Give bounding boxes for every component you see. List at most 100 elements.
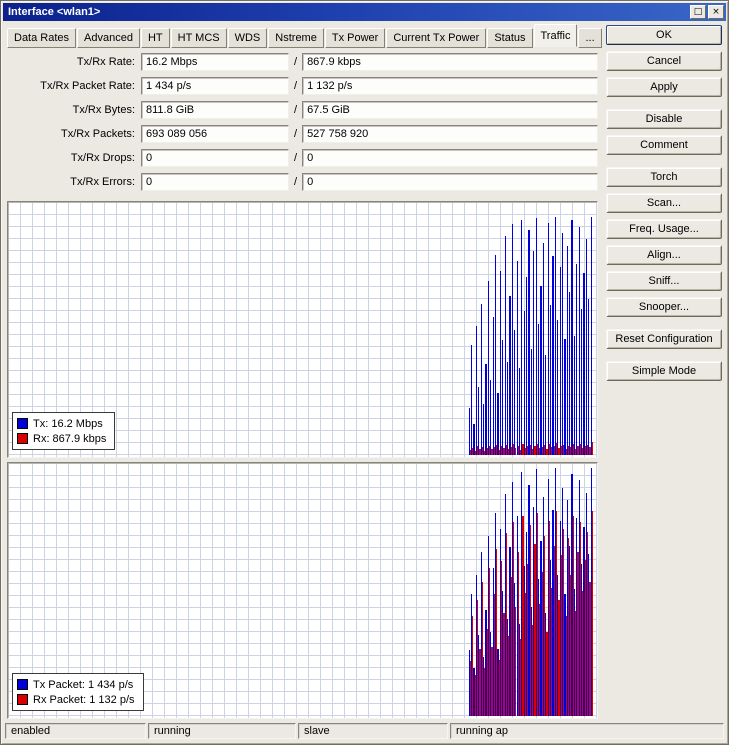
close-icon[interactable]: × — [708, 5, 724, 19]
tx-bar — [506, 362, 509, 455]
status-slave: slave — [298, 723, 448, 739]
tx-value-field[interactable]: 0 — [141, 173, 289, 191]
tx-value-field[interactable]: 16.2 Mbps — [141, 53, 289, 71]
legend-row: Tx: 16.2 Mbps — [17, 416, 106, 431]
slash-separator: / — [294, 128, 298, 140]
chart-bars — [468, 205, 593, 455]
legend-swatch — [17, 679, 28, 690]
tab-ht-mcs[interactable]: HT MCS — [170, 28, 227, 48]
legend-label: Rx: 867.9 kbps — [33, 432, 107, 445]
field-row: Tx/Rx Packet Rate: 1 434 p/s / 1 132 p/s — [7, 77, 598, 95]
tx-bar — [499, 271, 501, 455]
field-label: Tx/Rx Rate: — [76, 56, 135, 68]
field-label: Tx/Rx Errors: — [70, 176, 135, 188]
tx-bar — [475, 325, 478, 455]
tab-nstreme[interactable]: Nstreme — [268, 28, 324, 48]
tx-bar — [485, 363, 487, 455]
bar-sample — [590, 205, 593, 455]
tx-bar — [557, 319, 559, 455]
field-row: Tx/Rx Drops: 0 / 0 — [7, 149, 598, 167]
tx-bar — [571, 219, 573, 455]
tx-bar — [480, 303, 482, 455]
comment-button[interactable]: Comment — [606, 135, 722, 155]
statusbar: enabled running slave running ap — [3, 721, 726, 742]
tab-advanced[interactable]: Advanced — [77, 28, 140, 48]
tab-traffic[interactable]: Traffic — [533, 24, 578, 47]
tx-bar — [561, 232, 564, 455]
status-running-ap: running ap — [450, 723, 724, 739]
tx-bar — [564, 338, 566, 455]
tab-current-tx-power[interactable]: Current Tx Power — [386, 28, 487, 48]
legend-row: Rx: 867.9 kbps — [17, 431, 106, 446]
field-row: Tx/Rx Packets: 693 089 056 / 527 758 920 — [7, 125, 598, 143]
field-row: Tx/Rx Bytes: 811.8 GiB / 67.5 GiB — [7, 101, 598, 119]
simple-mode-button[interactable]: Simple Mode — [606, 361, 722, 381]
tx-bar — [585, 238, 588, 455]
rx-value-field[interactable]: 867.9 kbps — [302, 53, 598, 71]
tx-bar — [590, 216, 592, 455]
tab-more[interactable]: ... — [578, 28, 602, 48]
tab-data-rates[interactable]: Data Rates — [7, 28, 77, 48]
legend-swatch — [17, 433, 28, 444]
tab-wds[interactable]: WDS — [227, 28, 268, 48]
tx-bar — [468, 407, 470, 455]
bar-sample — [590, 466, 593, 716]
action-button-column: OK Cancel Apply Disable Comment Torch Scan... F… — [606, 25, 722, 719]
window-title: Interface <wlan1> — [8, 6, 101, 18]
interface-window: Interface <wlan1> □ × Data Rates Advanced… — [0, 0, 729, 745]
tx-bar — [497, 393, 499, 455]
field-label: Tx/Rx Drops: — [70, 152, 135, 164]
tx-bar — [549, 305, 552, 455]
scan-button[interactable]: Scan... — [606, 193, 722, 213]
status-enabled: enabled — [5, 723, 146, 739]
tx-value-field[interactable]: 0 — [141, 149, 289, 167]
maximize-icon[interactable]: □ — [690, 5, 706, 19]
window-content: Data Rates Advanced HT HT MCS WDS Nstreme Tx P… — [3, 21, 726, 721]
rx-value-field[interactable]: 0 — [302, 173, 598, 191]
legend-label: Tx Packet: 1 434 p/s — [33, 678, 134, 691]
tx-bar — [578, 227, 580, 455]
tx-bar — [509, 296, 511, 455]
freq-usage-button[interactable]: Freq. Usage... — [606, 219, 722, 239]
reset-configuration-button[interactable]: Reset Configuration — [606, 329, 722, 349]
tab-bar: Data Rates Advanced HT HT MCS WDS Nstreme Tx P… — [7, 24, 602, 48]
rx-value-field[interactable]: 1 132 p/s — [302, 77, 598, 95]
disable-button[interactable]: Disable — [606, 109, 722, 129]
tab-status[interactable]: Status — [487, 28, 533, 48]
tab-ht[interactable]: HT — [140, 28, 170, 48]
align-button[interactable]: Align... — [606, 245, 722, 265]
slash-separator: / — [294, 80, 298, 92]
tx-bar — [535, 218, 537, 455]
tx-value-field[interactable]: 693 089 056 — [141, 125, 289, 143]
snooper-button[interactable]: Snooper... — [606, 297, 722, 317]
apply-button[interactable]: Apply — [606, 77, 722, 97]
tab-tx-power[interactable]: Tx Power — [324, 28, 386, 48]
tx-bar — [566, 246, 568, 455]
rx-value-field[interactable]: 527 758 920 — [302, 125, 598, 143]
tx-bar — [540, 285, 542, 455]
tx-bar — [483, 403, 485, 455]
main-panel: Data Rates Advanced HT HT MCS WDS Nstreme Tx P… — [7, 24, 602, 719]
rx-packet-bar — [591, 511, 593, 716]
torch-button[interactable]: Torch — [606, 167, 722, 187]
cancel-button[interactable]: Cancel — [606, 51, 722, 71]
tx-bar — [502, 340, 504, 455]
tx-bar — [545, 355, 547, 455]
slash-separator: / — [294, 56, 298, 68]
packet-rate-chart: Tx Packet: 1 434 p/s Rx Packet: 1 132 p/s — [7, 462, 598, 719]
tx-bar — [538, 324, 540, 455]
titlebar[interactable]: Interface <wlan1> □ × — [3, 3, 726, 21]
legend-swatch — [17, 418, 28, 429]
tx-bar — [559, 266, 561, 455]
tx-bar — [530, 349, 533, 455]
rx-value-field[interactable]: 0 — [302, 149, 598, 167]
tx-bar — [583, 272, 585, 455]
ok-button[interactable]: OK — [606, 25, 722, 45]
tx-value-field[interactable]: 1 434 p/s — [141, 77, 289, 95]
field-row: Tx/Rx Rate: 16.2 Mbps / 867.9 kbps — [7, 53, 598, 71]
tx-bar — [504, 235, 506, 455]
rx-value-field[interactable]: 67.5 GiB — [302, 101, 598, 119]
tx-value-field[interactable]: 811.8 GiB — [141, 101, 289, 119]
sniff-button[interactable]: Sniff... — [606, 271, 722, 291]
tx-bar — [487, 281, 489, 455]
